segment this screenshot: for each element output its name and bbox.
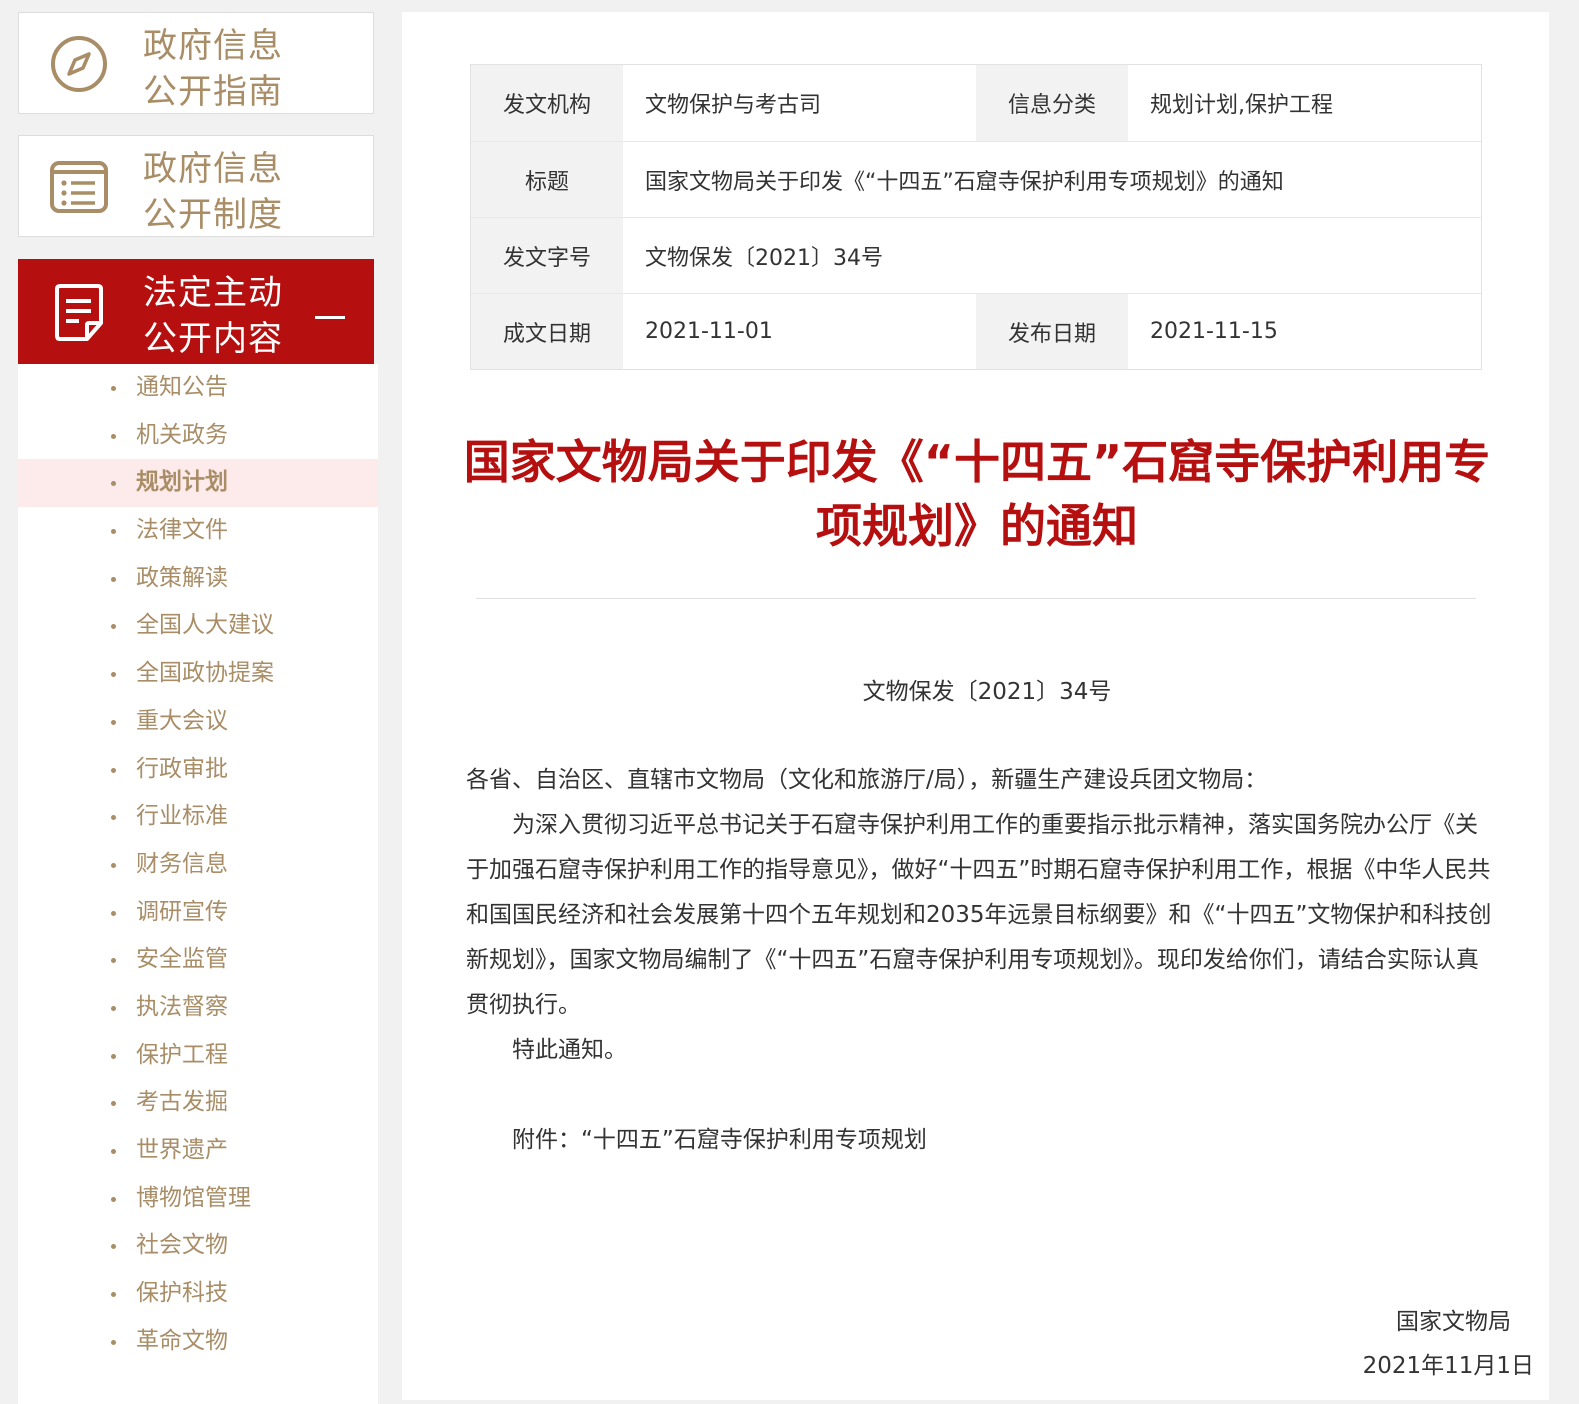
main-content: 发文机构 文物保护与考古司 信息分类 规划计划,保护工程 标题 国家文物局关于印… (402, 12, 1549, 1400)
nav-open-guide[interactable]: 政府信息 公开指南 (18, 12, 374, 114)
label-line: 政府信息 (143, 149, 283, 189)
label-line: 法定主动 (143, 273, 283, 313)
sidebar-item[interactable]: 全国人大建议 (18, 602, 378, 650)
nav-open-system[interactable]: 政府信息 公开制度 (18, 135, 374, 237)
list-icon (50, 161, 108, 213)
body-paragraph: 为深入贯彻习近平总书记关于石窟寺保护利用工作的重要指示批示精神，落实国务院办公厅… (466, 812, 1492, 1018)
docno-value: 文物保发〔2021〕34号 (645, 245, 883, 271)
document-body: 各省、自治区、直辖市文物局（文化和旅游厅/局），新疆生产建设兵团文物局： 为深入… (466, 758, 1496, 1163)
title-label: 标题 (471, 142, 623, 217)
sidebar-item[interactable]: 行业标准 (18, 793, 378, 841)
document-title: 国家文物局关于印发《“十四五”石窟寺保护利用专项规划》的通知 (463, 435, 1491, 553)
docno-label: 发文字号 (471, 218, 623, 293)
category-value: 规划计划,保护工程 (1150, 93, 1333, 118)
title-value: 国家文物局关于印发《“十四五”石窟寺保护利用专项规划》的通知 (645, 169, 1284, 195)
sidebar-item[interactable]: 全国政协提案 (18, 650, 378, 698)
published-date-value: 2021-11-15 (1150, 319, 1278, 344)
sidebar-item[interactable]: 执法督察 (18, 984, 378, 1032)
sidebar-item[interactable]: 规划计划 (18, 459, 378, 508)
label-line: 公开制度 (143, 195, 283, 235)
meta-row: 发文机构 文物保护与考古司 信息分类 规划计划,保护工程 (471, 65, 1481, 141)
document-number: 文物保发〔2021〕34号 (862, 679, 1112, 705)
sidebar-item[interactable]: 调研宣传 (18, 889, 378, 937)
sidebar-item[interactable]: 保护科技 (18, 1270, 378, 1318)
document-icon (55, 284, 103, 341)
issuer-value: 文物保护与考古司 (645, 93, 822, 118)
sidebar-item[interactable]: 保护工程 (18, 1032, 378, 1080)
attachment-link[interactable]: 附件：“十四五”石窟寺保护利用专项规划 (466, 1118, 1496, 1163)
nav-open-guide-label: 政府信息 公开指南 (143, 23, 313, 115)
sidebar-item[interactable]: 行政审批 (18, 746, 378, 794)
nav-statutory-content[interactable]: 法定主动 公开内容 (18, 259, 374, 365)
issuer-label: 发文机构 (471, 65, 623, 141)
signature-date: 2021年11月1日 (1362, 1353, 1534, 1379)
published-date-label: 发布日期 (976, 294, 1128, 369)
nav-statutory-content-label: 法定主动 公开内容 (143, 270, 313, 362)
compass-icon (51, 36, 107, 92)
sidebar-item[interactable]: 政策解读 (18, 555, 378, 603)
closing-text: 特此通知。 (512, 1037, 627, 1063)
label-line: 政府信息 (143, 26, 283, 66)
salutation: 各省、自治区、直辖市文物局（文化和旅游厅/局），新疆生产建设兵团文物局： (466, 767, 1268, 793)
signature-org: 国家文物局 (1396, 1309, 1511, 1335)
meta-row: 标题 国家文物局关于印发《“十四五”石窟寺保护利用专项规划》的通知 (471, 141, 1481, 217)
written-date-value: 2021-11-01 (645, 319, 773, 344)
sidebar-item[interactable]: 财务信息 (18, 841, 378, 889)
label-line: 公开指南 (143, 72, 283, 112)
sidebar-item[interactable]: 重大会议 (18, 698, 378, 746)
nav-open-system-label: 政府信息 公开制度 (143, 146, 313, 238)
meta-row: 成文日期 2021-11-01 发布日期 2021-11-15 (471, 293, 1481, 369)
written-date-label: 成文日期 (471, 294, 623, 369)
divider (476, 598, 1476, 599)
sidebar-item[interactable]: 社会文物 (18, 1222, 378, 1270)
sidebar-item[interactable]: 革命文物 (18, 1318, 378, 1366)
sidebar-item[interactable]: 法律文件 (18, 507, 378, 555)
submenu: 通知公告 机关政务 规划计划 法律文件 政策解读 全国人大建议 全国政协提案 重大会议 行政审批… (18, 364, 378, 1404)
sidebar-item[interactable]: 机关政务 (18, 412, 378, 460)
meta-row: 发文字号 文物保发〔2021〕34号 (471, 217, 1481, 293)
sidebar-item[interactable]: 博物馆管理 (18, 1175, 378, 1223)
sidebar-item[interactable]: 通知公告 (18, 364, 378, 412)
label-line: 公开内容 (143, 319, 283, 359)
collapse-icon[interactable] (315, 316, 345, 319)
sidebar-item[interactable]: 考古发掘 (18, 1079, 378, 1127)
category-label: 信息分类 (976, 65, 1128, 141)
sidebar-item[interactable]: 安全监管 (18, 936, 378, 984)
meta-table: 发文机构 文物保护与考古司 信息分类 规划计划,保护工程 标题 国家文物局关于印… (470, 64, 1482, 370)
sidebar-item[interactable]: 世界遗产 (18, 1127, 378, 1175)
